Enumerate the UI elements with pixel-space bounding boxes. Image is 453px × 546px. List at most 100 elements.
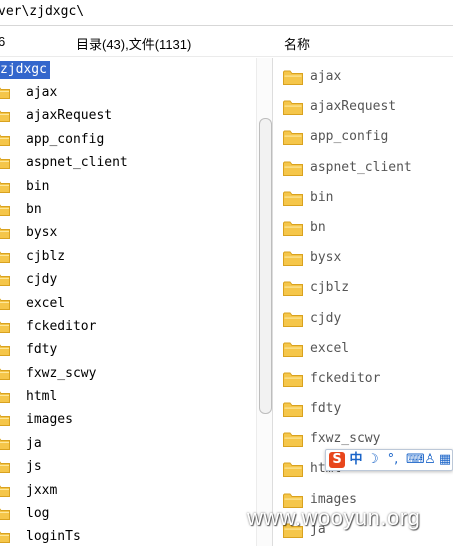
folder-icon [283, 371, 303, 387]
tree-scrollbar[interactable] [256, 58, 273, 546]
directory-tree: zjdxgc ajax ajaxRequest app_config aspne… [0, 58, 255, 546]
folder-icon [0, 297, 10, 310]
folder-icon [0, 530, 10, 544]
tree-item-label: fdty [26, 342, 58, 358]
folder-icon [283, 99, 303, 116]
tree-item[interactable]: bn [0, 199, 250, 222]
keyboard-icon[interactable]: ⌨ [406, 452, 425, 468]
file-list-item[interactable]: cjdy [273, 304, 453, 334]
user-icon[interactable]: ♙ [423, 452, 437, 468]
file-list-item[interactable]: cjblz [273, 273, 453, 303]
folder-icon [0, 86, 10, 99]
tree-root-selected[interactable]: zjdxgc [0, 61, 50, 79]
file-list-item-label: bin [310, 189, 334, 205]
tree-item-label: aspnet_client [26, 155, 128, 171]
folder-icon [283, 461, 303, 478]
tree-item[interactable]: excel [0, 293, 250, 316]
tree-item[interactable]: js [0, 456, 250, 479]
tree-item[interactable]: loginTs [0, 526, 250, 546]
file-list-item-label: fxwz_scwy [310, 431, 381, 447]
tree-item[interactable]: images [0, 409, 250, 432]
ime-toolbar[interactable]: S 中 ☽ °, ⌨ ♙ ▦ [325, 449, 453, 471]
name-column-header[interactable]: 名称 [284, 34, 310, 53]
tree-item-label: ja [26, 435, 42, 451]
folder-icon [0, 250, 10, 263]
file-list-item-label: app_config [310, 129, 389, 145]
tree-item-label: fxwz_scwy [26, 365, 97, 381]
file-list-item[interactable]: bin [273, 183, 453, 213]
toolbox-grid-icon[interactable]: ▦ [438, 452, 452, 468]
folder-icon [283, 280, 303, 297]
tree-item-label: bn [26, 201, 42, 217]
tree-item[interactable]: fdty [0, 339, 250, 362]
tree-item[interactable]: aspnet_client [0, 152, 250, 175]
tree-item[interactable]: html [0, 386, 250, 409]
file-list-item-label: bn [310, 219, 326, 235]
tree-item[interactable]: fxwz_scwy [0, 363, 250, 386]
folder-icon [283, 129, 303, 146]
tree-item[interactable]: bin [0, 176, 250, 199]
scrollbar-thumb[interactable] [259, 118, 272, 414]
file-list-item-label: ajax [310, 69, 342, 84]
tree-item-label: app_config [26, 131, 105, 147]
file-list-item[interactable]: fckeditor [273, 364, 453, 394]
folder-icon [0, 109, 10, 123]
tree-item[interactable]: jxxm [0, 480, 250, 503]
file-list-item-label: fdty [310, 401, 342, 417]
file-list-item[interactable]: bysx [273, 243, 453, 273]
column-header: 6 目录(43),文件(1131) 名称 [0, 27, 453, 57]
tree-item-label: bin [26, 178, 50, 194]
path-bar[interactable]: ver\zjdxgc\ [0, 0, 453, 26]
tree-item-label: html [26, 389, 58, 405]
file-list-item[interactable]: ajax [273, 62, 453, 92]
folder-icon [283, 69, 303, 85]
file-list-item[interactable]: fdty [273, 394, 453, 424]
tree-item[interactable]: bysx [0, 222, 250, 245]
tree-item[interactable]: cjblz [0, 246, 250, 269]
tree-item-label: js [26, 459, 42, 475]
tree-item[interactable]: cjdy [0, 269, 250, 292]
file-list: ajax ajaxRequest app_config aspnet_clien… [273, 62, 453, 545]
file-list-item[interactable]: app_config [273, 122, 453, 152]
file-list-item[interactable]: excel [273, 334, 453, 364]
folder-icon [0, 367, 10, 380]
half-width-moon-icon[interactable]: ☽ [366, 452, 380, 468]
folder-icon [0, 484, 10, 497]
folder-icon [0, 273, 10, 287]
sogou-logo-icon[interactable]: S [329, 452, 345, 468]
folder-icon [0, 203, 10, 216]
file-list-item[interactable]: aspnet_client [273, 153, 453, 183]
tree-item[interactable]: fckeditor [0, 316, 250, 339]
tree-item-label: cjdy [26, 272, 58, 288]
directory-summary: 目录(43),文件(1131) [76, 37, 192, 52]
file-list-item-label: cjdy [310, 310, 342, 326]
folder-icon [0, 320, 10, 333]
tree-item[interactable]: ajaxRequest [0, 105, 250, 128]
file-list-item[interactable]: bn [273, 213, 453, 243]
folder-icon [283, 431, 303, 448]
tree-item[interactable]: ajax [0, 82, 250, 105]
tree-item[interactable]: app_config [0, 129, 250, 152]
tree-item-label: jxxm [26, 482, 58, 498]
file-list-pane: ajax ajaxRequest app_config aspnet_clien… [272, 58, 453, 546]
folder-icon [0, 343, 10, 357]
folder-icon [283, 311, 303, 327]
folder-icon [0, 390, 10, 404]
folder-icon [0, 413, 10, 427]
punctuation-icon[interactable]: °, [382, 452, 404, 468]
file-list-item-label: cjblz [310, 280, 350, 296]
tree-item[interactable]: log [0, 503, 250, 526]
folder-icon [0, 437, 10, 450]
file-list-item[interactable]: ajaxRequest [273, 92, 453, 122]
watermark: www.wooyun.org [247, 505, 421, 530]
file-list-item-label: ajaxRequest [310, 99, 397, 115]
path-text: ver\zjdxgc\ [0, 4, 85, 19]
tree-item[interactable]: ja [0, 433, 250, 456]
folder-icon [283, 220, 303, 236]
folder-icon [0, 507, 10, 521]
file-list-item-label: bysx [310, 250, 342, 266]
ime-chinese-mode[interactable]: 中 [348, 452, 364, 468]
header-number: 6 [0, 34, 6, 49]
file-list-item-label: excel [310, 340, 350, 356]
folder-icon [0, 180, 10, 193]
